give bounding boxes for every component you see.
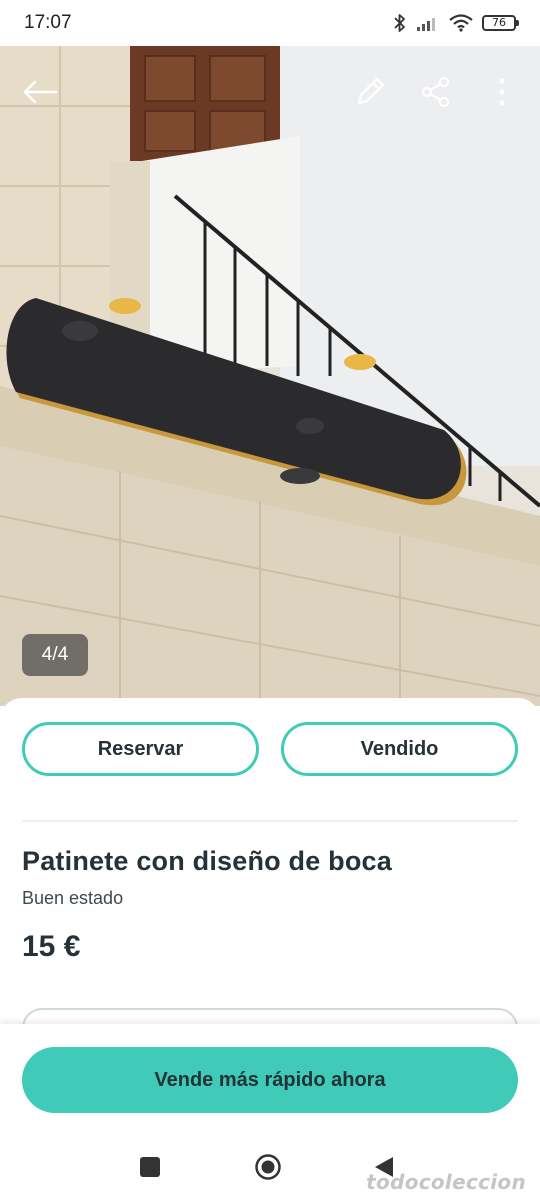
- bottom-action-panel: Vende más rápido ahora: [0, 1024, 540, 1140]
- home-circle-icon: [255, 1154, 281, 1180]
- reserve-button[interactable]: Reservar: [22, 722, 259, 776]
- status-icons: 76: [393, 13, 519, 33]
- mark-sold-button[interactable]: Vendido: [281, 722, 518, 776]
- sell-faster-button[interactable]: Vende más rápido ahora: [22, 1047, 518, 1113]
- status-bar: 17:07 76: [0, 0, 540, 46]
- battery-icon: 76: [482, 15, 519, 31]
- photo-toolbar: [0, 68, 540, 118]
- share-button[interactable]: [412, 68, 460, 116]
- listing-price: 15 €: [22, 930, 81, 963]
- recents-button[interactable]: [130, 1152, 170, 1182]
- more-vertical-icon: [499, 78, 505, 106]
- home-button[interactable]: [248, 1152, 288, 1182]
- listing-details: Reservar Vendido Patinete con diseño de …: [0, 698, 540, 1048]
- edit-pencil-icon: [357, 77, 385, 105]
- listing-condition: Buen estado: [22, 888, 124, 908]
- status-actions: Reservar Vendido: [22, 722, 518, 776]
- listing-title: Patinete con diseño de boca: [22, 846, 392, 876]
- photo-counter: 4/4: [22, 634, 88, 676]
- recents-square-icon: [140, 1157, 160, 1177]
- status-time: 17:07: [24, 12, 72, 33]
- wifi-icon: [449, 14, 473, 32]
- edit-button[interactable]: [346, 68, 394, 116]
- back-button[interactable]: [16, 68, 64, 116]
- signal-icon: [417, 18, 435, 31]
- watermark: todocoleccion: [366, 1170, 526, 1194]
- back-arrow-icon: [23, 80, 58, 104]
- divider: [22, 820, 518, 822]
- skateboard-photo: [0, 46, 540, 706]
- bluetooth-icon: [394, 14, 405, 32]
- share-icon: [421, 76, 450, 108]
- more-options-button[interactable]: [478, 68, 526, 116]
- listing-photo[interactable]: 4/4: [0, 46, 540, 706]
- system-nav-bar: todocoleccion: [0, 1140, 540, 1200]
